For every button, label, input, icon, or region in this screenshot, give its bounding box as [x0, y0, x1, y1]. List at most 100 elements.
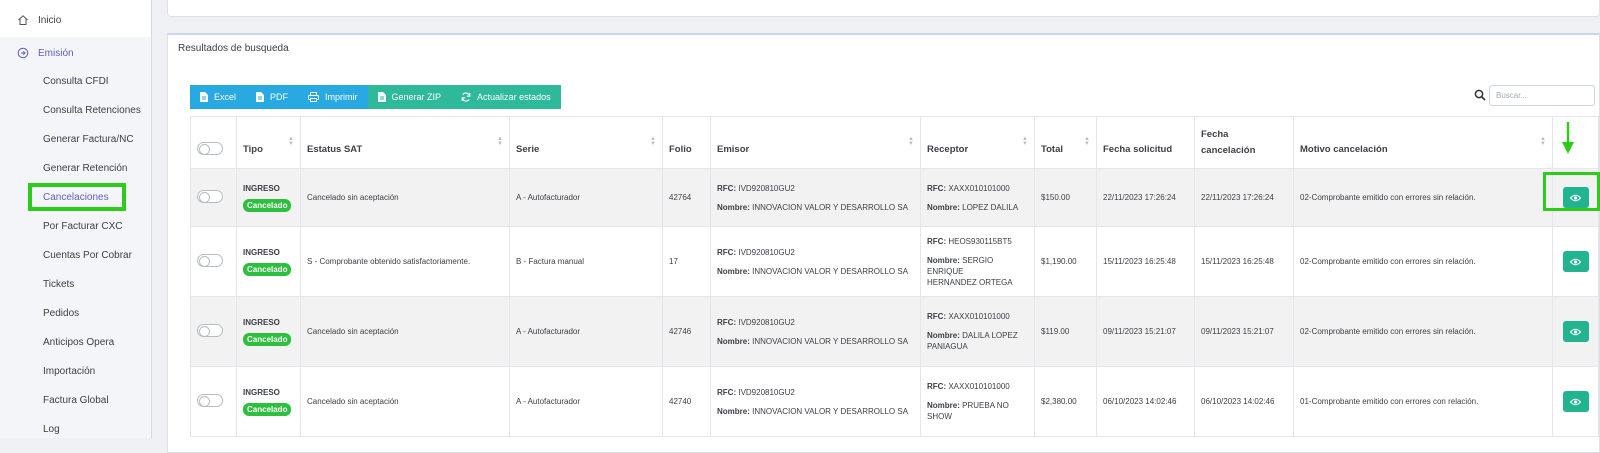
pdf-button[interactable]: PDF	[246, 85, 299, 109]
fecha-solicitud-cell: 15/11/2023 16:25:48	[1096, 226, 1195, 297]
update-status-button[interactable]: Actualizar estados	[451, 85, 561, 109]
print-button[interactable]: Imprimir	[298, 85, 368, 109]
emisor-nombre: INNOVACION VALOR Y DESARROLLO SA	[752, 202, 909, 212]
emisor-cell: RFC: IVD920810GU2 Nombre: INNOVACION VAL…	[710, 226, 921, 297]
row-select-cell	[190, 168, 237, 227]
header-label: Emisor	[717, 144, 750, 155]
row-toggle[interactable]	[197, 190, 223, 203]
header-receptor[interactable]: Receptor ▲ ▼	[920, 116, 1035, 169]
file-icon	[256, 92, 265, 102]
nombre-label: Nombre:	[717, 406, 750, 416]
sidebar-item-pedidos[interactable]: Pedidos	[43, 304, 79, 324]
row-select-cell	[190, 296, 237, 367]
tipo-text: INGRESO	[243, 183, 280, 193]
nombre-label: Nombre:	[927, 202, 960, 212]
receptor-cell: RFC: XAXX010101000 Nombre: DALILA LOPEZ …	[920, 296, 1035, 367]
sidebar-item-emision[interactable]: Emisión	[0, 37, 151, 69]
sidebar-item-generar-factura[interactable]: Generar Factura/NC	[43, 130, 134, 150]
header-fecha-cancelacion[interactable]: Fecha cancelación	[1194, 116, 1294, 169]
top-card	[167, 0, 1600, 17]
header-folio[interactable]: Folio	[662, 116, 711, 169]
sidebar-item-consulta-cfdi[interactable]: Consulta CFDI	[43, 72, 109, 92]
eye-icon	[1570, 258, 1581, 265]
receptor-rfc: XAXX010101000	[948, 382, 1010, 391]
sidebar-item-cuentas-por-cobrar[interactable]: Cuentas Por Cobrar	[43, 246, 132, 266]
header-total[interactable]: Total ▲ ▼	[1034, 116, 1097, 169]
view-button[interactable]	[1562, 391, 1589, 412]
emisor-nombre: INNOVACION VALOR Y DESARROLLO SA	[752, 406, 909, 416]
header-emisor[interactable]: Emisor ▲ ▼	[710, 116, 921, 169]
sort-icon: ▲ ▼	[1022, 136, 1028, 147]
search-input[interactable]	[1489, 85, 1595, 106]
row-select-cell	[190, 226, 237, 297]
nombre-label: Nombre:	[927, 401, 960, 410]
view-button[interactable]	[1562, 251, 1589, 272]
folio-cell: 17	[662, 226, 711, 297]
sidebar-item-log[interactable]: Log	[43, 420, 60, 440]
sidebar-item-tickets[interactable]: Tickets	[43, 275, 74, 295]
print-label: Imprimir	[325, 92, 358, 102]
sidebar-item-inicio[interactable]: Inicio	[0, 4, 151, 36]
fecha-cancelacion-cell: 09/11/2023 15:21:07	[1194, 296, 1294, 367]
receptor-nombre-cont: HERNANDEZ ORTEGA	[927, 277, 1013, 287]
receptor-nombre: DALILA LOPEZ	[962, 331, 1018, 340]
sidebar-item-generar-retencion[interactable]: Generar Retención	[43, 159, 128, 179]
sort-icon: ▲ ▼	[497, 136, 503, 147]
nombre-label: Nombre:	[927, 255, 960, 265]
sidebar-item-importacion[interactable]: Importación	[43, 362, 95, 382]
printer-icon	[308, 92, 320, 102]
sidebar-item-anticipos-opera[interactable]: Anticipos Opera	[43, 333, 114, 353]
fecha-cancelacion-cell: 15/11/2023 16:25:48	[1194, 226, 1294, 297]
table-row: INGRESO Cancelado Cancelado sin aceptació…	[190, 296, 1599, 367]
file-icon	[377, 92, 386, 102]
header-label: Fecha solicitud	[1103, 144, 1173, 155]
motivo-cell: 01-Comprobante emitido con errores con r…	[1293, 366, 1553, 437]
header-motivo[interactable]: Motivo cancelación ▲ ▼	[1293, 116, 1553, 169]
generate-zip-button[interactable]: Generar ZIP	[367, 85, 452, 109]
arrow-down-icon	[1562, 122, 1574, 161]
emisor-cell: RFC: IVD920810GU2 Nombre: INNOVACION VAL…	[710, 366, 921, 437]
fecha-solicitud-cell: 09/11/2023 15:21:07	[1096, 296, 1195, 367]
header-serie[interactable]: Serie ▲ ▼	[509, 116, 663, 169]
total-cell: $2,380.00	[1034, 366, 1097, 437]
serie-cell: A - Autofacturador	[509, 366, 663, 437]
folio-cell: 42764	[662, 168, 711, 227]
folio-cell: 42740	[662, 366, 711, 437]
status-badge: Cancelado	[243, 402, 292, 416]
excel-button[interactable]: Excel	[190, 85, 247, 109]
tipo-text: INGRESO	[243, 387, 280, 397]
row-toggle[interactable]	[197, 324, 223, 337]
sidebar-item-factura-global[interactable]: Factura Global	[43, 391, 109, 411]
sidebar-item-consulta-retenciones[interactable]: Consulta Retenciones	[43, 101, 141, 121]
view-button[interactable]	[1562, 321, 1589, 342]
row-toggle[interactable]	[197, 254, 223, 267]
nombre-label: Nombre:	[717, 336, 750, 346]
header-label: Folio	[669, 144, 692, 155]
emisor-rfc: IVD920810GU2	[738, 387, 795, 397]
search-icon	[1474, 88, 1486, 101]
sort-icon: ▲ ▼	[288, 136, 294, 147]
export-toolbar: Excel PDF Imprimir Generar ZIP Actualiza…	[190, 85, 561, 109]
rfc-label: RFC:	[717, 247, 737, 257]
emisor-rfc: IVD920810GU2	[738, 247, 795, 257]
table-row: INGRESO Cancelado Cancelado sin aceptació…	[190, 168, 1599, 227]
sidebar-item-por-facturar-cxc[interactable]: Por Facturar CXC	[43, 217, 122, 237]
receptor-cell: RFC: XAXX010101000 Nombre: PRUEBA NO SHO…	[920, 366, 1035, 437]
emisor-rfc: IVD920810GU2	[738, 317, 795, 327]
cancellations-table: Tipo ▲ ▼ Estatus SAT ▲ ▼ Serie ▲ ▼ Folio Emiso…	[190, 116, 1599, 437]
rfc-label: RFC:	[717, 183, 737, 193]
row-select-cell	[190, 366, 237, 437]
home-icon	[16, 13, 30, 27]
header-estatus[interactable]: Estatus SAT ▲ ▼	[300, 116, 510, 169]
tipo-cell: INGRESO Cancelado	[236, 168, 301, 227]
select-all-toggle[interactable]	[197, 141, 223, 155]
rfc-label: RFC:	[927, 236, 947, 246]
header-fecha-solicitud[interactable]: Fecha solicitud	[1096, 116, 1195, 169]
row-toggle[interactable]	[197, 394, 223, 407]
excel-label: Excel	[214, 92, 237, 102]
header-tipo[interactable]: Tipo ▲ ▼	[236, 116, 301, 169]
receptor-nombre: PRUEBA NO	[962, 401, 1009, 410]
header-label: Fecha	[1201, 128, 1229, 140]
sort-icon: ▲ ▼	[1084, 136, 1090, 147]
emisor-nombre: INNOVACION VALOR Y DESARROLLO SA	[752, 266, 909, 276]
